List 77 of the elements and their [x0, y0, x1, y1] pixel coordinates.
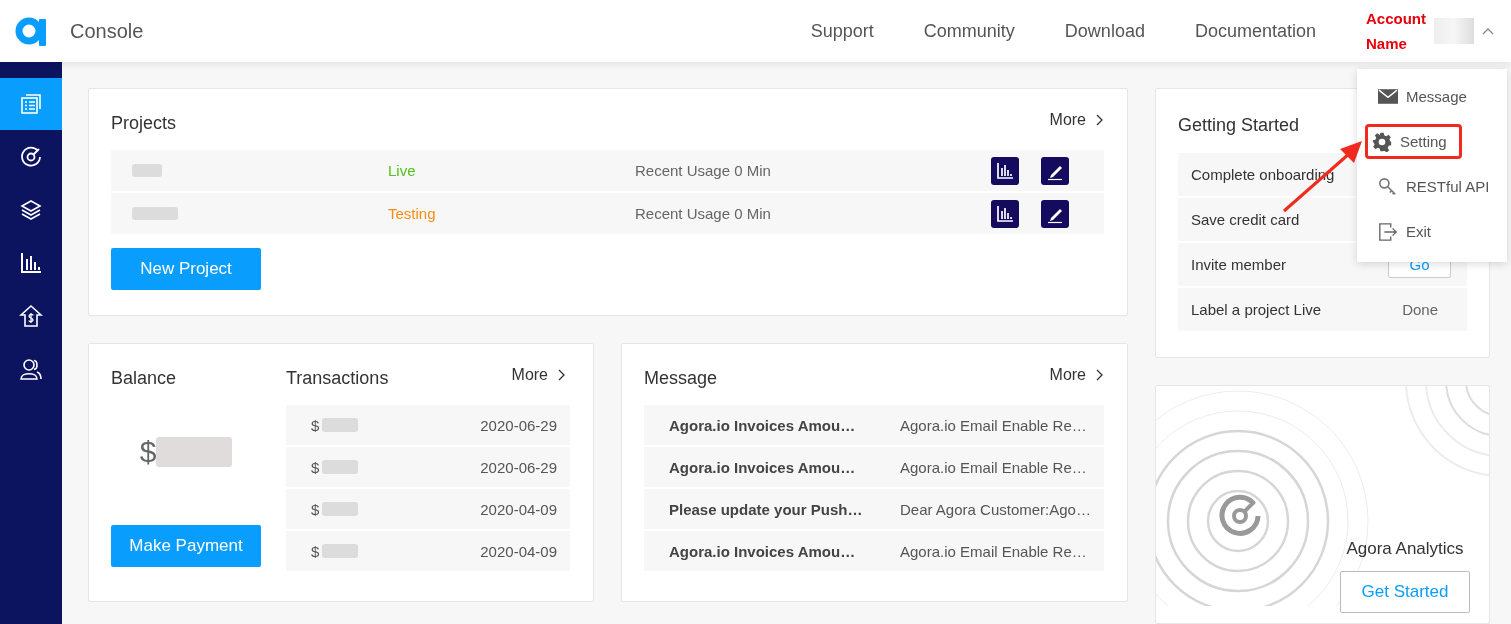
message-row[interactable]: Agora.io Invoices Amou… Agora.io Email Enable Re… — [644, 447, 1104, 487]
usage-text: Recent Usage 0 Min — [635, 205, 771, 222]
currency-symbol: $ — [311, 416, 320, 434]
message-subject: Please update your Push… — [669, 500, 864, 518]
transaction-date: 2020-06-29 — [480, 458, 557, 476]
redacted-amount — [322, 502, 359, 516]
message-subject: Agora.io Invoices Amou… — [669, 542, 857, 560]
more-link[interactable]: More — [511, 365, 566, 384]
exit-icon — [1378, 221, 1398, 242]
usage-text: Recent Usage 0 Min — [635, 162, 771, 179]
chevron-right-icon — [1096, 113, 1104, 126]
redacted-amount — [322, 418, 359, 432]
gauge-icon — [19, 145, 43, 169]
nav-link[interactable]: Documentation — [1194, 20, 1316, 42]
users-icon — [19, 357, 43, 381]
card-title: Transactions — [286, 368, 389, 389]
currency-symbol: $ — [139, 435, 157, 469]
analytics-title: Agora Analytics — [1346, 539, 1464, 559]
more-link[interactable]: More — [1049, 110, 1104, 129]
menu-item[interactable]: Exit — [1371, 214, 1438, 249]
card-title: Projects — [111, 113, 177, 134]
gauge-icon — [1218, 494, 1262, 538]
card-title: Message — [644, 368, 718, 389]
nav-link[interactable]: Community — [923, 20, 1015, 42]
currency-symbol: $ — [311, 500, 320, 518]
app-title: Console — [70, 19, 144, 43]
checklist-label: Label a project Live — [1191, 301, 1322, 318]
checklist-label: Save credit card — [1191, 211, 1300, 228]
stats-button[interactable] — [991, 156, 1019, 185]
layers-icon — [19, 198, 43, 222]
message-row[interactable]: Agora.io Invoices Amou… Agora.io Email Enable Re… — [644, 405, 1104, 445]
message-subject: Agora.io Invoices Amou… — [669, 416, 857, 434]
menu-item[interactable]: Message — [1371, 79, 1474, 114]
card-title: Balance — [111, 368, 178, 389]
nav-link[interactable]: Download — [1064, 20, 1145, 42]
house-dollar-icon — [19, 304, 43, 328]
project-status: Live — [388, 162, 416, 179]
message-row[interactable]: Agora.io Invoices Amou… Agora.io Email Enable Re… — [644, 531, 1104, 571]
nav-link[interactable]: Support — [810, 20, 874, 42]
menu-item[interactable]: Setting — [1365, 124, 1462, 159]
menu-item[interactable]: RESTful API — [1371, 169, 1497, 204]
key-icon — [1378, 176, 1398, 197]
logo-icon — [15, 16, 47, 46]
redacted-amount — [322, 460, 359, 474]
account-menu-button[interactable]: Account Name — [1366, 6, 1494, 56]
redacted-amount — [322, 544, 359, 558]
transaction-date: 2020-06-29 — [480, 416, 557, 434]
message-subject: Agora.io Invoices Amou… — [669, 458, 857, 476]
edit-button[interactable] — [1041, 199, 1069, 228]
project-row[interactable]: Testing Recent Usage 0 Min — [111, 193, 1104, 234]
settings-icon — [1372, 131, 1392, 152]
message-preview: Dear Agora Customer:Ago… — [900, 500, 1091, 518]
redacted-name — [132, 207, 178, 220]
message-preview: Agora.io Email Enable Re… — [900, 458, 1087, 476]
checklist-label: Invite member — [1191, 256, 1287, 273]
chevron-right-icon — [558, 368, 566, 381]
bar-chart-icon — [19, 251, 43, 275]
document-list-icon — [19, 92, 43, 116]
card-title: Getting Started — [1178, 115, 1301, 136]
message-row[interactable]: Please update your Push… Dear Agora Customer:Ago… — [644, 489, 1104, 529]
transaction-date: 2020-04-09 — [480, 542, 557, 560]
done-status: Done — [1402, 301, 1438, 318]
chevron-right-icon — [1096, 368, 1104, 381]
bar-chart-icon — [995, 203, 1015, 224]
more-link[interactable]: More — [1049, 365, 1104, 384]
message-preview: Agora.io Email Enable Re… — [900, 542, 1087, 560]
currency-symbol: $ — [311, 458, 320, 476]
project-status: Testing — [388, 205, 436, 222]
message-preview: Agora.io Email Enable Re… — [900, 416, 1087, 434]
transaction-date: 2020-04-09 — [480, 500, 557, 518]
redacted-name — [132, 164, 162, 177]
currency-symbol: $ — [311, 542, 320, 560]
edit-button[interactable] — [1041, 156, 1069, 185]
project-row[interactable]: Live Recent Usage 0 Min — [111, 150, 1104, 191]
bar-chart-icon — [995, 160, 1015, 181]
envelope-icon — [1378, 89, 1398, 104]
stats-button[interactable] — [991, 199, 1019, 228]
